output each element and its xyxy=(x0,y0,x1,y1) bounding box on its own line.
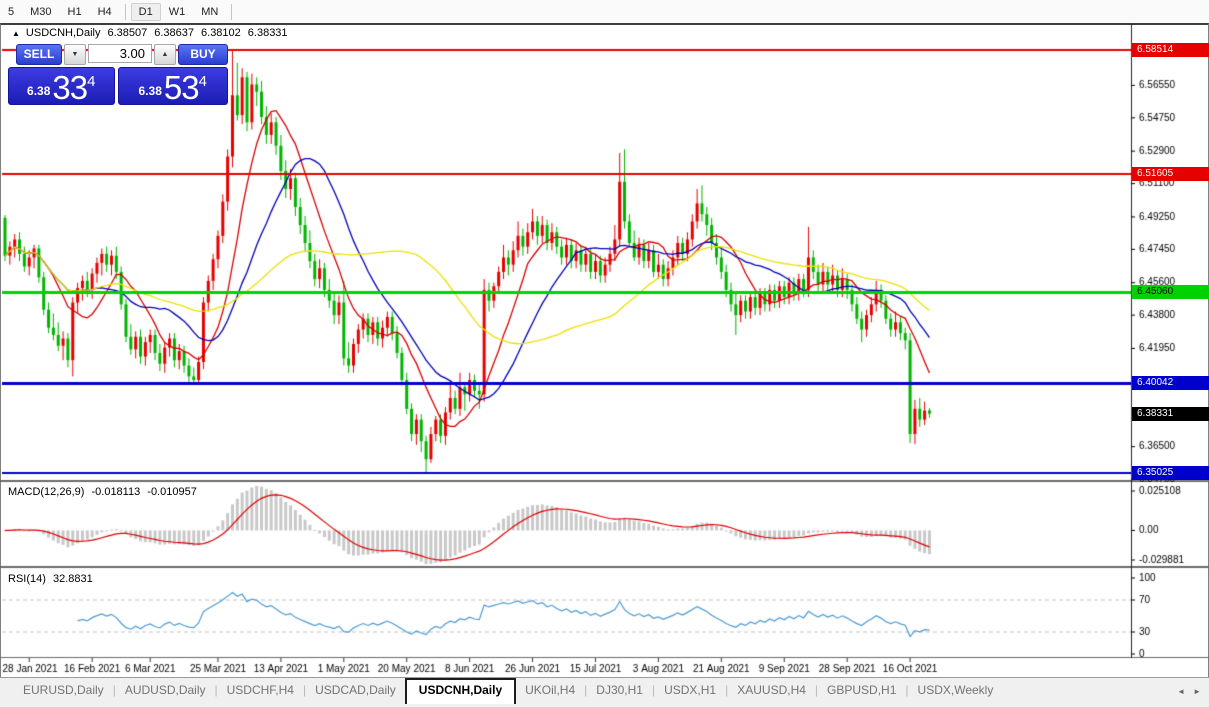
symbol-tab-ukoil[interactable]: UKOil,H4 xyxy=(516,678,584,703)
buy-price-prefix: 6.38 xyxy=(138,84,162,98)
ohlc-close: 6.38331 xyxy=(247,27,288,39)
symbol-tab-dj30[interactable]: DJ30,H1 xyxy=(587,678,652,703)
timeframe-button-h1[interactable]: H1 xyxy=(60,3,90,21)
symbol-tabbar: EURUSD,Daily | AUDUSD,Daily | USDCHF,H4 | USDC… xyxy=(0,677,1209,707)
sell-button[interactable]: SELL xyxy=(16,44,62,65)
timeframe-button-5[interactable]: 5 xyxy=(0,3,22,21)
sell-price-big: 33 xyxy=(52,69,88,106)
timeframe-toolbar: 5 M30 H1 H4 D1 W1 MN xyxy=(0,0,1209,23)
level-price-badge: 6.40042 xyxy=(1132,376,1209,390)
one-click-trading-panel: SELL ▼ ▲ BUY 6.38 33 4 6.38 53 4 xyxy=(8,44,228,105)
buy-button[interactable]: BUY xyxy=(178,44,228,65)
toolbar-separator xyxy=(231,3,233,20)
ohlc-low: 6.38102 xyxy=(201,27,241,39)
timeframe-button-h4[interactable]: H4 xyxy=(90,3,120,21)
timeframe-button-m30[interactable]: M30 xyxy=(22,3,59,21)
symbol-tab-usdchf[interactable]: USDCHF,H4 xyxy=(218,678,303,703)
tab-scroll-left-icon[interactable]: ◄ xyxy=(1177,687,1185,696)
timeframe-button-d1[interactable]: D1 xyxy=(130,2,161,21)
buy-price-big: 53 xyxy=(163,69,200,106)
symbol-tab-usdcad[interactable]: USDCAD,Daily xyxy=(306,678,405,703)
volume-input[interactable] xyxy=(88,44,152,63)
macd-signal-value: -0.010957 xyxy=(147,486,197,498)
one-click-collapse-icon[interactable]: ▲ xyxy=(12,29,20,38)
rsi-value: 32.8831 xyxy=(52,573,93,585)
buy-price-sup: 4 xyxy=(198,73,207,90)
symbol-tab-usdx[interactable]: USDX,Weekly xyxy=(909,678,1003,703)
chart-title-bar: ▲ USDCNH,Daily 6.38507 6.38637 6.38102 6… xyxy=(12,27,288,39)
macd-name: MACD(12,26,9) xyxy=(8,486,85,498)
symbol-tab-eurusd[interactable]: EURUSD,Daily xyxy=(14,678,113,703)
level-price-badge: 6.45060 xyxy=(1132,285,1209,299)
chart-symbol-label: USDCNH,Daily xyxy=(25,27,101,39)
symbol-tab-gbpusd[interactable]: GBPUSD,H1 xyxy=(818,678,905,703)
volume-decrease-button[interactable]: ▼ xyxy=(64,44,86,65)
rsi-indicator-label: RSI(14) 32.8831 xyxy=(8,573,97,585)
symbol-tab-usdcnh[interactable]: USDCNH,Daily xyxy=(404,678,517,704)
sell-price-sup: 4 xyxy=(87,73,96,90)
buy-price-box[interactable]: 6.38 53 4 xyxy=(117,67,228,106)
macd-indicator-label: MACD(12,26,9) -0.018113 -0.010957 xyxy=(8,486,201,498)
macd-main-value: -0.018113 xyxy=(91,486,141,498)
rsi-name: RSI(14) xyxy=(8,573,46,585)
trading-platform-window: 5 M30 H1 H4 D1 W1 MN ▲ USDCNH,Daily 6.38507 6.… xyxy=(0,0,1209,707)
ohlc-high: 6.38637 xyxy=(154,27,195,39)
symbol-tab-usdx[interactable]: USDX,H1 xyxy=(655,678,725,703)
level-price-badge: 6.35025 xyxy=(1132,466,1209,480)
timeframe-button-mn[interactable]: MN xyxy=(193,3,226,21)
tab-scroll-right-icon[interactable]: ► xyxy=(1193,687,1201,696)
symbol-tab-xauusd[interactable]: XAUUSD,H4 xyxy=(728,678,815,703)
symbol-tab-audusd[interactable]: AUDUSD,Daily xyxy=(116,678,215,703)
toolbar-separator xyxy=(124,3,126,20)
level-price-badge: 6.58514 xyxy=(1132,43,1209,57)
level-price-badge: 6.51605 xyxy=(1132,167,1209,181)
timeframe-button-w1[interactable]: W1 xyxy=(161,3,194,21)
ohlc-open: 6.38507 xyxy=(107,27,148,39)
sell-price-box[interactable]: 6.38 33 4 xyxy=(8,67,115,105)
volume-increase-button[interactable]: ▲ xyxy=(154,44,176,65)
tab-nav: ◄ ► xyxy=(1177,687,1201,696)
sell-price-prefix: 6.38 xyxy=(27,84,51,98)
current-price-badge: 6.38331 xyxy=(1132,407,1209,421)
